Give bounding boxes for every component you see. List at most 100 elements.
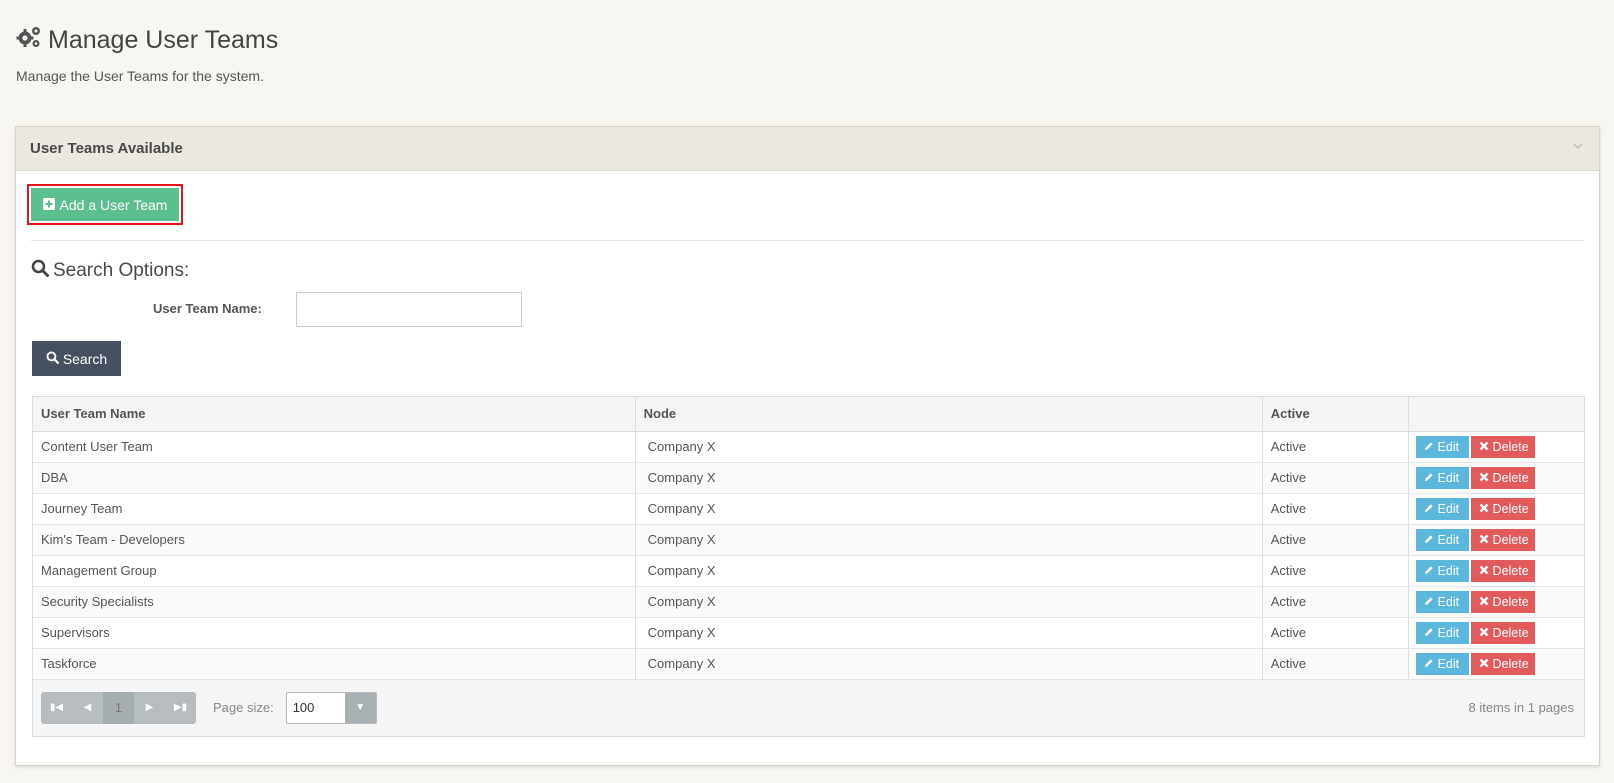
column-header-name[interactable]: User Team Name — [33, 397, 636, 432]
pager-buttons: ▮◀ ◀ 1 ▶ ▶▮ — [41, 691, 196, 724]
add-user-team-label: Add a User Team — [59, 196, 168, 213]
active-cell: Active — [1262, 648, 1409, 680]
table-row: Security Specialists Company X Active Ed… — [33, 586, 1584, 618]
panel-heading[interactable]: User Teams Available — [16, 127, 1599, 171]
delete-button[interactable]: Delete — [1470, 466, 1535, 489]
actions-cell: Edit Delete — [1408, 431, 1584, 463]
last-page-icon[interactable]: ▶▮ — [165, 692, 196, 724]
page-title: Manage User Teams — [16, 22, 278, 58]
add-user-team-button[interactable]: Add a User Team — [31, 188, 179, 221]
plus-square-icon — [42, 197, 55, 213]
active-cell: Active — [1262, 493, 1409, 525]
delete-button[interactable]: Delete — [1470, 497, 1535, 520]
edit-label: Edit — [1437, 563, 1460, 578]
team-name-cell: Kim's Team - Developers — [33, 524, 636, 556]
node-cell: Company X — [635, 648, 1263, 680]
delete-label: Delete — [1492, 563, 1529, 578]
times-icon — [1479, 626, 1489, 640]
node-cell: Company X — [635, 617, 1263, 649]
edit-label: Edit — [1437, 439, 1460, 454]
table-row: Management Group Company X Active Edit D… — [33, 555, 1584, 587]
team-name-cell: Journey Team — [33, 493, 636, 525]
caret-down-icon[interactable]: ▼ — [344, 692, 376, 723]
page-size-select[interactable]: 100 ▼ — [285, 691, 377, 724]
delete-label: Delete — [1492, 532, 1529, 547]
pencil-icon — [1424, 626, 1434, 640]
column-header-node[interactable]: Node — [635, 397, 1263, 432]
pencil-icon — [1424, 440, 1434, 454]
search-options-label: Search Options: — [53, 260, 190, 281]
page-size-label: Page size: — [213, 700, 274, 715]
delete-button[interactable]: Delete — [1470, 435, 1535, 458]
node-cell: Company X — [635, 431, 1263, 463]
table-row: Journey Team Company X Active Edit Delet… — [33, 493, 1584, 525]
active-cell: Active — [1262, 524, 1409, 556]
page-header: Manage User Teams Manage the User Teams … — [16, 22, 278, 85]
node-cell: Company X — [635, 586, 1263, 618]
edit-label: Edit — [1437, 532, 1460, 547]
times-icon — [1479, 595, 1489, 609]
prev-page-icon[interactable]: ◀ — [72, 692, 103, 724]
edit-label: Edit — [1437, 656, 1460, 671]
pencil-icon — [1424, 564, 1434, 578]
first-page-icon[interactable]: ▮◀ — [41, 692, 72, 724]
actions-cell: Edit Delete — [1408, 462, 1584, 494]
edit-button[interactable]: Edit — [1415, 528, 1469, 551]
page-size-value: 100 — [292, 700, 315, 715]
times-icon — [1479, 502, 1489, 516]
edit-label: Edit — [1437, 501, 1460, 516]
chevron-down-icon[interactable] — [1571, 139, 1585, 158]
node-cell: Company X — [635, 524, 1263, 556]
active-cell: Active — [1262, 431, 1409, 463]
table-row: Taskforce Company X Active Edit Delete — [33, 648, 1584, 680]
delete-button[interactable]: Delete — [1470, 590, 1535, 613]
active-cell: Active — [1262, 555, 1409, 587]
active-cell: Active — [1262, 617, 1409, 649]
edit-button[interactable]: Edit — [1415, 652, 1469, 675]
actions-cell: Edit Delete — [1408, 648, 1584, 680]
team-name-cell: Taskforce — [33, 648, 636, 680]
table-body: Content User Team Company X Active Edit … — [33, 431, 1584, 680]
edit-button[interactable]: Edit — [1415, 466, 1469, 489]
edit-button[interactable]: Edit — [1415, 621, 1469, 644]
search-icon — [46, 351, 59, 367]
user-teams-grid: User Team Name Node Active Content User … — [32, 396, 1585, 737]
actions-cell: Edit Delete — [1408, 524, 1584, 556]
delete-button[interactable]: Delete — [1470, 528, 1535, 551]
team-name-cell: DBA — [33, 462, 636, 494]
page-subtitle: Manage the User Teams for the system. — [16, 68, 264, 84]
pencil-icon — [1424, 595, 1434, 609]
actions-cell: Edit Delete — [1408, 617, 1584, 649]
search-button[interactable]: Search — [32, 341, 121, 376]
search-button-label: Search — [62, 350, 108, 367]
column-header-active[interactable]: Active — [1262, 397, 1409, 432]
table-row: Supervisors Company X Active Edit Delete — [33, 617, 1584, 649]
delete-button[interactable]: Delete — [1470, 559, 1535, 582]
delete-label: Delete — [1492, 625, 1529, 640]
team-name-cell: Content User Team — [33, 431, 636, 463]
user-team-name-input[interactable] — [296, 292, 522, 327]
delete-label: Delete — [1492, 501, 1529, 516]
delete-button[interactable]: Delete — [1470, 652, 1535, 675]
next-page-icon[interactable]: ▶ — [134, 692, 165, 724]
divider — [31, 240, 1584, 241]
table-row: Kim's Team - Developers Company X Active… — [33, 524, 1584, 556]
edit-button[interactable]: Edit — [1415, 497, 1469, 520]
user-teams-table: User Team Name Node Active Content User … — [33, 397, 1584, 680]
gears-icon — [16, 24, 42, 57]
table-row: Content User Team Company X Active Edit … — [33, 431, 1584, 463]
edit-button[interactable]: Edit — [1415, 435, 1469, 458]
page-title-text: Manage User Teams — [48, 25, 279, 54]
current-page[interactable]: 1 — [103, 691, 134, 724]
edit-label: Edit — [1437, 594, 1460, 609]
node-cell: Company X — [635, 555, 1263, 587]
delete-button[interactable]: Delete — [1470, 621, 1535, 644]
times-icon — [1479, 440, 1489, 454]
edit-button[interactable]: Edit — [1415, 590, 1469, 613]
node-cell: Company X — [635, 462, 1263, 494]
edit-button[interactable]: Edit — [1415, 559, 1469, 582]
user-teams-panel: User Teams Available Add a User Team Sea… — [15, 126, 1600, 766]
pencil-icon — [1424, 533, 1434, 547]
actions-cell: Edit Delete — [1408, 586, 1584, 618]
column-header-actions — [1408, 397, 1584, 432]
